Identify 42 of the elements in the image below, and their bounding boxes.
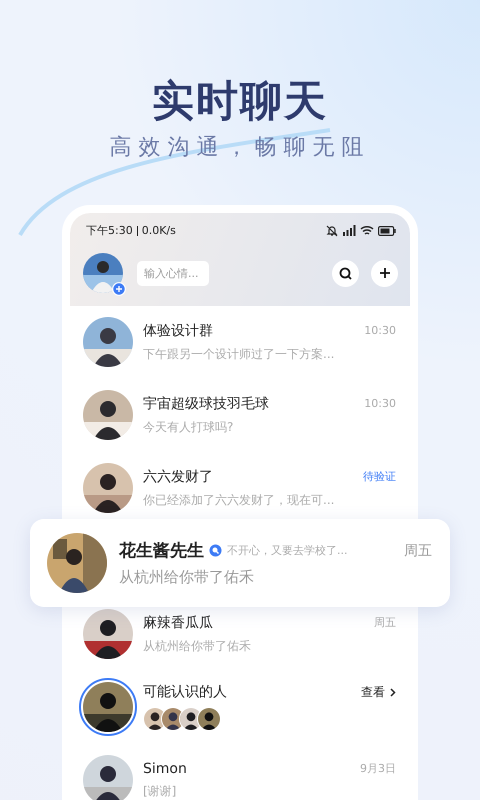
plus-icon xyxy=(378,267,390,279)
chat-message: 你已经添加了六六发财了，现在可... xyxy=(143,492,336,508)
chat-item[interactable]: 六六发财了 待验证 你已经添加了六六发财了，现在可... xyxy=(83,462,396,514)
mute-bell-icon xyxy=(326,224,338,236)
chat-time: 周五 xyxy=(374,615,396,630)
chat-time: 9月3日 xyxy=(360,761,396,776)
status-time: 下午5:30 xyxy=(86,223,133,238)
chat-time: 10:30 xyxy=(364,324,396,337)
chat-message: 下午跟另一个设计师过了一下方案... xyxy=(143,346,336,362)
view-link[interactable]: 查看 xyxy=(361,684,396,700)
chat-item[interactable]: 宇宙超级球技羽毛球 10:30 今天有人打球吗? xyxy=(83,389,396,441)
search-button[interactable] xyxy=(332,260,359,286)
network-speed: 0.0K/s xyxy=(142,224,176,237)
battery-icon xyxy=(378,226,396,236)
chat-name: 六六发财了 xyxy=(143,468,213,486)
chevron-right-icon xyxy=(390,688,396,696)
chat-name: 宇宙超级球技羽毛球 xyxy=(143,394,269,412)
add-icon[interactable] xyxy=(112,282,126,296)
chat-message: 从杭州给你带了佑禾 xyxy=(143,638,252,654)
chat-name: Simon xyxy=(143,760,187,776)
chat-name: 麻辣香瓜瓜 xyxy=(143,614,213,632)
mood-status: 不开心，又要去学校了... xyxy=(227,543,348,558)
pending-status: 待验证 xyxy=(363,469,396,484)
featured-chat-card[interactable]: 花生酱先生 不开心，又要去学校了... 周五 从杭州给你带了佑禾 xyxy=(30,519,450,607)
chat-item[interactable]: 体验设计群 10:30 下午跟另一个设计师过了一下方案... xyxy=(83,316,396,368)
chat-item[interactable]: Simon 9月3日 [谢谢] xyxy=(83,754,396,800)
chat-item[interactable]: 麻辣香瓜瓜 周五 从杭州给你带了佑禾 xyxy=(83,608,396,660)
chat-message: 从杭州给你带了佑禾 xyxy=(119,568,255,587)
hero-title: 实时聊天 xyxy=(152,76,328,126)
chat-time: 周五 xyxy=(404,542,432,560)
signal-icon xyxy=(342,225,356,236)
chat-time: 10:30 xyxy=(364,397,396,410)
hero-subtitle: 高效沟通，畅聊无阻 xyxy=(110,134,370,162)
chat-name: 可能认识的人 xyxy=(143,683,227,701)
search-icon xyxy=(339,266,352,280)
chat-message: [谢谢] xyxy=(143,782,178,800)
wifi-icon xyxy=(360,225,374,236)
add-button[interactable] xyxy=(371,260,398,286)
chat-name: 花生酱先生 xyxy=(119,540,204,562)
chat-name: 体验设计群 xyxy=(143,322,213,340)
chat-message: 今天有人打球吗? xyxy=(143,418,234,436)
mood-input[interactable]: 输入心情... xyxy=(137,260,209,286)
